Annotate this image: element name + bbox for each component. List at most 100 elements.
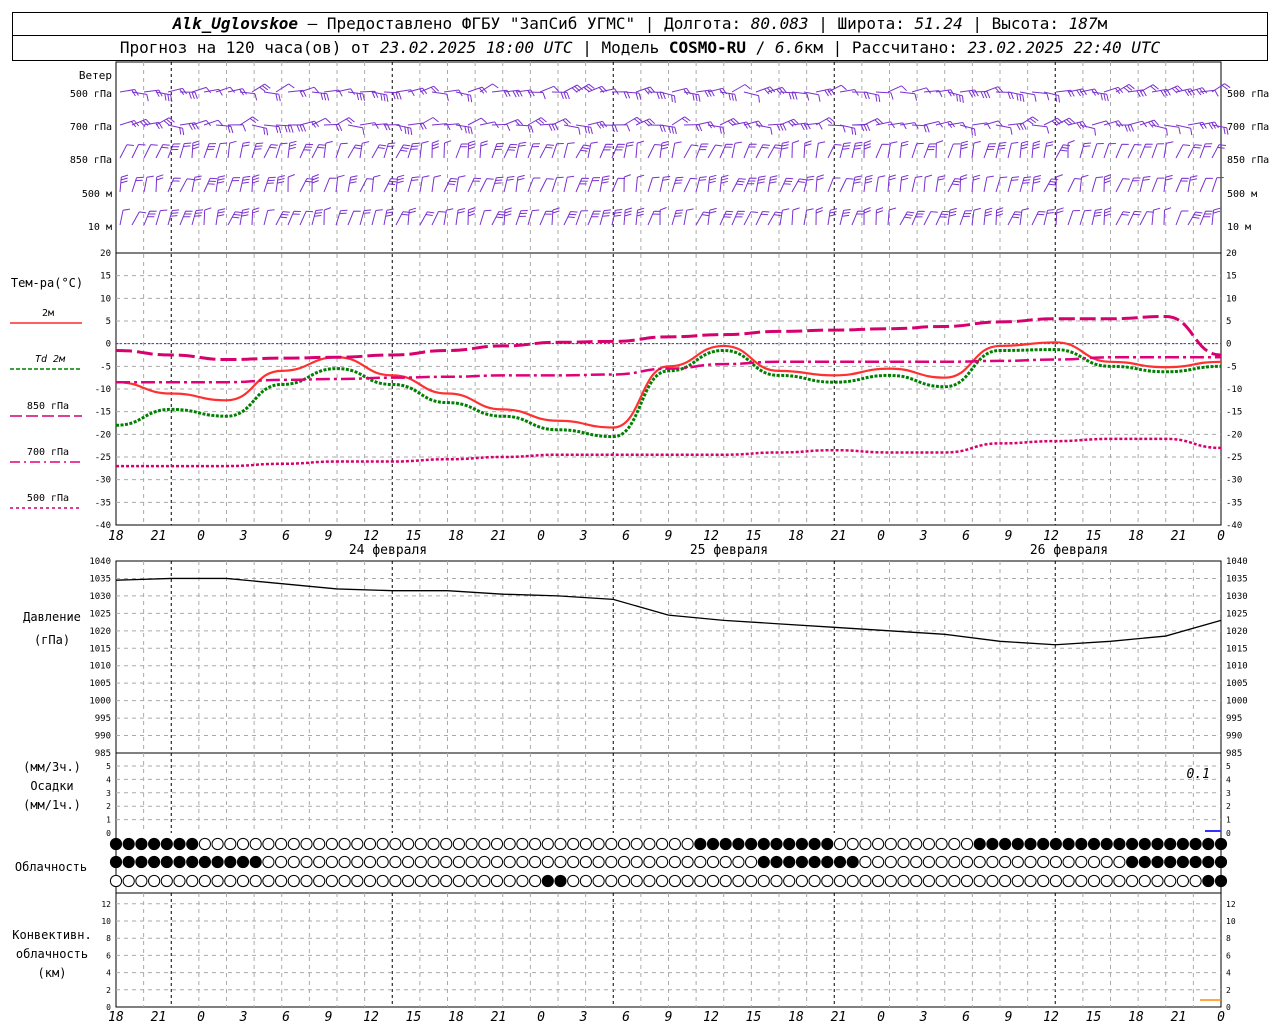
wind-barb — [383, 208, 394, 226]
cloud-symbol — [198, 874, 211, 888]
cloud-symbol — [922, 837, 936, 851]
wind-barb — [779, 141, 790, 159]
meteogram: 20 2015 1510 105 50 0-5 -5-10 -10-15 -15-20 -20-2… — [10, 61, 1269, 1024]
hour-label-bottom: 6 — [622, 1010, 630, 1024]
cloud-symbol — [884, 855, 897, 869]
cloud-symbol — [211, 837, 224, 851]
cloud-symbol — [745, 874, 758, 888]
cloud-symbol — [440, 874, 453, 888]
cloud-symbol — [605, 855, 618, 869]
cloud-symbol — [1202, 855, 1215, 869]
cloud-symbol — [554, 874, 567, 888]
wind-barb — [563, 124, 581, 135]
hour-label-top: 15 — [746, 529, 762, 544]
cloud-symbol — [1011, 837, 1024, 851]
cloud-symbol — [706, 855, 720, 869]
pres-tick-left: 990 — [95, 732, 111, 742]
cloud-symbol — [935, 874, 948, 888]
temp-tick-left: 15 — [100, 272, 111, 282]
wind-barb — [1031, 140, 1041, 159]
temp-tick-left: -5 — [100, 362, 111, 372]
cloud-symbol — [1176, 855, 1190, 869]
hour-label-bottom: 0 — [197, 1010, 205, 1024]
cloud-symbol — [681, 837, 694, 851]
cloud-symbol — [668, 874, 682, 888]
cloud-symbol — [770, 837, 783, 851]
cloud-symbol — [1062, 874, 1075, 888]
hour-label-top: 21 — [151, 529, 167, 544]
wind-barb — [875, 143, 889, 159]
cloud-symbol — [833, 855, 847, 869]
cloud-symbol — [999, 837, 1012, 851]
cloud-symbol — [999, 855, 1012, 869]
cloud-symbol — [1151, 855, 1164, 869]
cloud-symbol — [1075, 874, 1088, 888]
cloud-symbol — [1164, 855, 1177, 869]
cloud-symbol — [973, 874, 986, 888]
prec-tick-right: 0 — [1226, 829, 1231, 838]
pres-tick-right: 990 — [1226, 732, 1242, 742]
prec-tick-left: 5 — [106, 762, 111, 771]
cloud-symbol — [719, 837, 732, 851]
wind-barb — [1067, 210, 1080, 226]
prec-tick-left: 0 — [106, 829, 111, 838]
wind-barb — [143, 144, 158, 159]
wind-barb — [755, 175, 766, 193]
conv-title-1: Конвективн. — [12, 928, 91, 942]
wind-barb — [1139, 143, 1153, 159]
temp-tick-right: -10 — [1226, 385, 1242, 395]
wind-barb — [311, 209, 323, 226]
cloud-symbol — [325, 837, 338, 851]
wind-barb — [911, 142, 924, 159]
wind-barb — [623, 207, 633, 226]
cloud-symbol — [452, 874, 465, 888]
legend-label-4: 500 гПа — [27, 493, 69, 504]
wind-barb — [911, 87, 932, 94]
cloud-symbol — [465, 874, 478, 888]
cloud-symbol — [224, 874, 237, 888]
cloud-symbol — [1049, 837, 1063, 851]
wind-barb — [803, 140, 812, 159]
wind-barb — [167, 124, 185, 136]
cloud-symbol — [186, 837, 199, 851]
wind-barb — [563, 142, 575, 159]
hour-label-bottom: 9 — [325, 1010, 333, 1024]
cloud-symbol — [681, 874, 694, 888]
wind-barb — [1163, 174, 1173, 193]
cloud-symbol — [770, 855, 783, 869]
pres-tick-left: 995 — [95, 714, 111, 724]
cloud-symbol — [414, 874, 427, 888]
hour-label-top: 18 — [448, 529, 464, 544]
wind-barb — [1187, 144, 1202, 159]
legend-label-3: 700 гПа — [27, 447, 69, 458]
cloud-symbol — [935, 837, 948, 851]
wind-barb — [983, 143, 997, 159]
wind-barb — [215, 208, 226, 226]
cloud-symbol — [1087, 837, 1101, 851]
conv-tick-left: 4 — [106, 969, 111, 978]
hour-label-top: 18 — [108, 529, 124, 544]
wind-barb — [455, 124, 473, 135]
hour-label-bottom: 18 — [108, 1010, 124, 1024]
wind-barb — [611, 177, 626, 193]
wind-barb — [995, 176, 1008, 193]
wind-barb — [179, 210, 193, 226]
cloud-symbol — [1113, 837, 1126, 851]
wind-barb — [683, 124, 703, 132]
wind-barb — [671, 176, 684, 193]
cloud-symbol — [262, 874, 275, 888]
wind-barb — [671, 141, 682, 159]
wind-barb — [167, 209, 180, 226]
conv-tick-left: 2 — [106, 986, 111, 995]
cloud-symbol — [1100, 874, 1113, 888]
wind-barb — [539, 85, 560, 93]
cloud-symbol — [579, 855, 593, 869]
wind-barb — [407, 87, 428, 95]
pres-tick-left: 1030 — [89, 592, 111, 602]
wind-barb — [1031, 175, 1042, 193]
wind-barb — [1199, 177, 1213, 193]
wind-barb — [839, 142, 851, 159]
cloud-symbol — [783, 855, 796, 869]
cloud-symbol — [1037, 874, 1050, 888]
cloud-symbol — [846, 837, 859, 851]
